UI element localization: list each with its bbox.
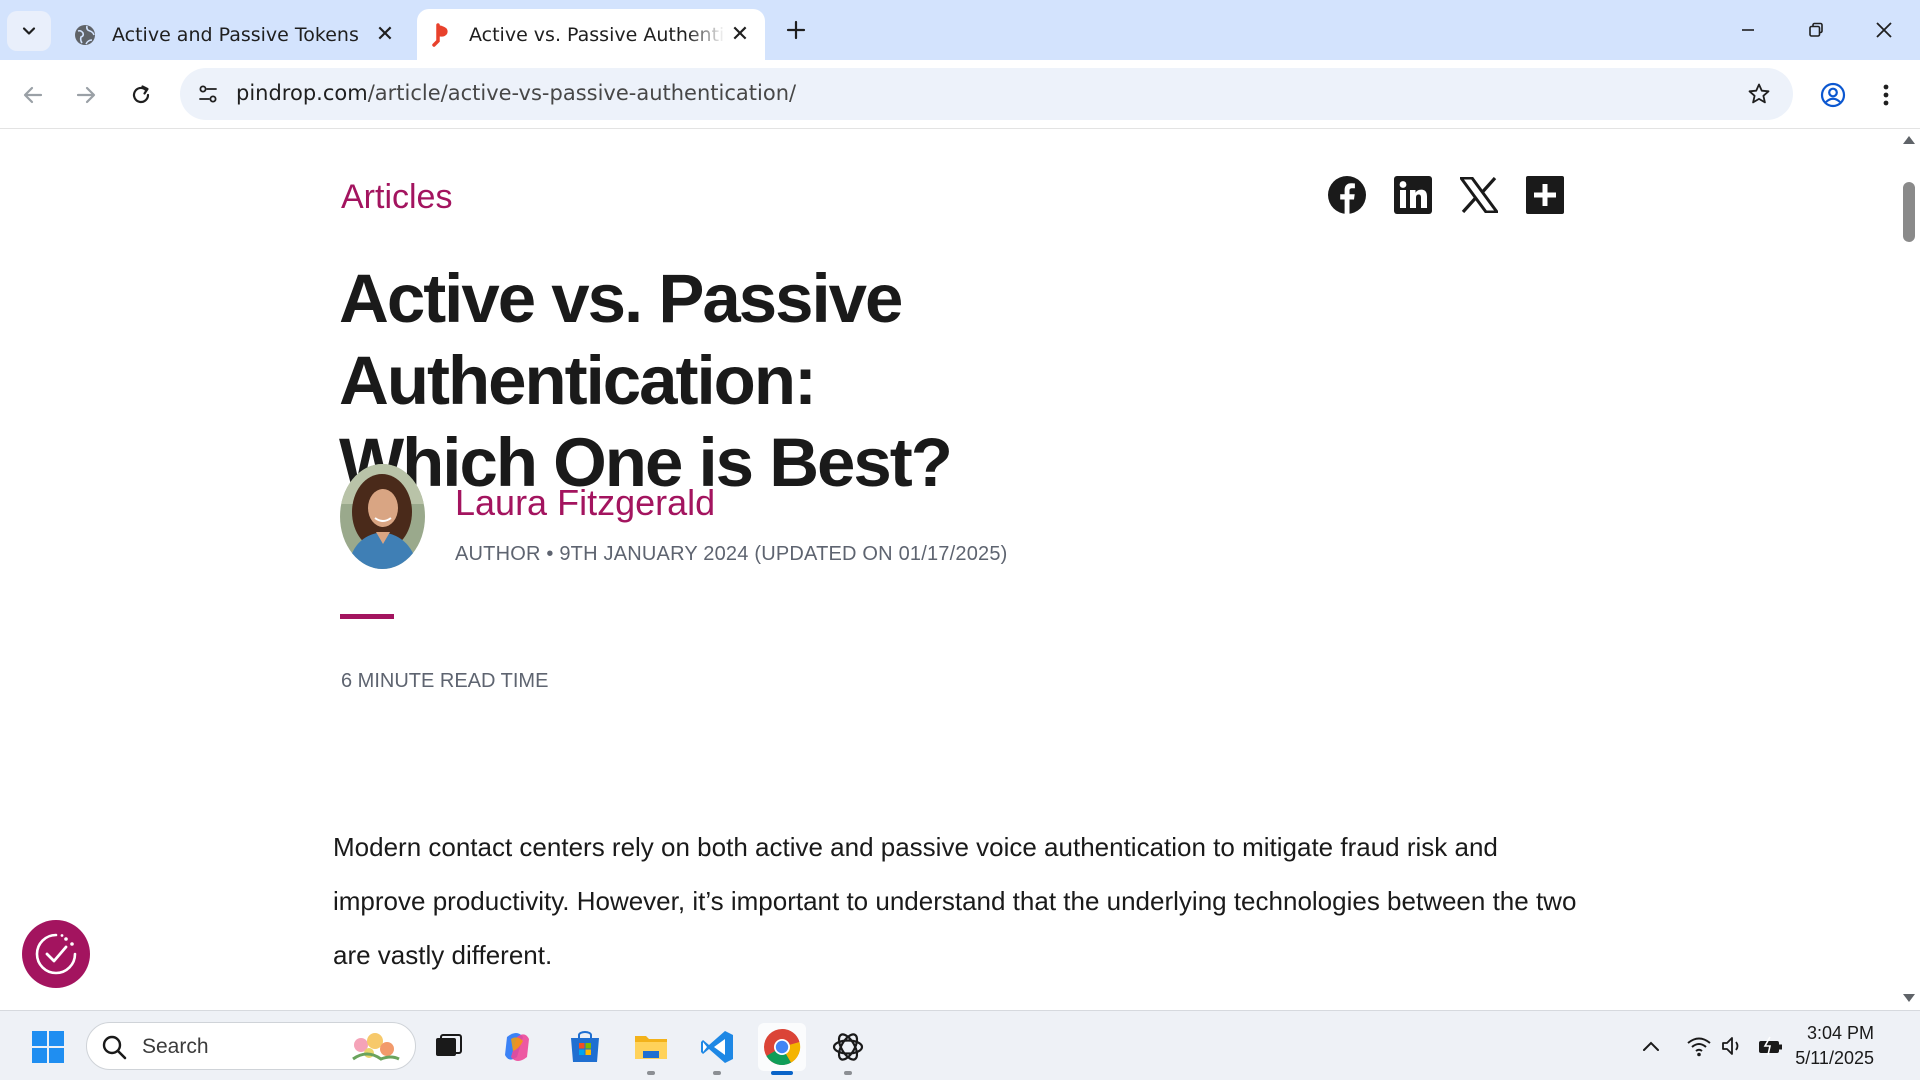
tab-strip: Active and Passive Tokens ✕ Active vs. P…: [0, 0, 1920, 60]
browser-toolbar: pindrop.com/article/active-vs-passive-au…: [0, 60, 1920, 129]
arrow-right-icon: [76, 86, 96, 104]
store-icon: [571, 1031, 599, 1062]
copilot-button[interactable]: [493, 1023, 541, 1071]
battery-charging-icon: [1759, 1036, 1782, 1056]
linkedin-icon: [1394, 176, 1432, 214]
globe-icon: [73, 23, 97, 47]
tab-active-and-passive-tokens[interactable]: Active and Passive Tokens ✕: [60, 9, 410, 60]
running-indicator: [844, 1071, 852, 1075]
back-button[interactable]: [13, 75, 53, 115]
add-share-button[interactable]: [1524, 174, 1566, 216]
cookie-consent-button[interactable]: [22, 920, 90, 988]
scroll-thumb[interactable]: [1903, 182, 1915, 242]
vscode-icon: [701, 1031, 733, 1063]
start-icon: [32, 1031, 64, 1063]
file-explorer-button[interactable]: [627, 1023, 675, 1075]
facebook-share-button[interactable]: [1326, 174, 1368, 216]
clock-time: 3:04 PM: [1806, 1023, 1874, 1043]
restore-button[interactable]: [1782, 0, 1850, 60]
show-hidden-icons-button[interactable]: [1636, 1031, 1666, 1061]
clock-date: 5/11/2025: [1795, 1048, 1874, 1068]
minimize-button[interactable]: [1714, 0, 1782, 60]
chrome-button[interactable]: [758, 1023, 806, 1075]
article-intro-paragraph: Modern contact centers rely on both acti…: [333, 832, 1577, 970]
taskbar-search-box[interactable]: Search: [86, 1022, 416, 1070]
category-link[interactable]: Articles: [341, 178, 452, 217]
page-content: Articles Active vs. Passive Authenticati…: [0, 130, 1898, 1010]
read-time: 6 MINUTE READ TIME: [341, 670, 549, 692]
tab-title: Active vs. Passive Authentication: [469, 23, 725, 46]
close-icon: [1876, 22, 1892, 38]
accent-divider: [340, 614, 394, 619]
pindrop-logo-icon: [430, 22, 454, 47]
search-placeholder: Search: [142, 1035, 209, 1058]
chevron-up-icon: [1643, 1041, 1659, 1051]
page-scrollbar[interactable]: [1898, 130, 1920, 1010]
reload-icon: [132, 85, 150, 104]
consent-check-icon: [35, 933, 77, 975]
file-explorer-icon: [635, 1036, 667, 1059]
tab-active-vs-passive-authentication[interactable]: Active vs. Passive Authentication ✕: [417, 9, 765, 60]
author-meta: AUTHOR • 9TH JANUARY 2024 (UPDATED ON 01…: [455, 543, 1008, 565]
chevron-down-icon: [22, 27, 36, 35]
chrome-icon: [764, 1028, 801, 1066]
system-clock[interactable]: 3:04 PM 5/11/2025: [1795, 1021, 1874, 1071]
scroll-up-arrow-icon[interactable]: [1903, 136, 1915, 144]
task-view-icon: [436, 1034, 462, 1056]
linkedin-share-button[interactable]: [1392, 174, 1434, 216]
tab-search-button[interactable]: [7, 11, 51, 51]
article-headline: Active vs. Passive Authentication: Which…: [339, 258, 1339, 504]
scroll-down-arrow-icon[interactable]: [1903, 994, 1915, 1002]
menu-button[interactable]: [1866, 75, 1906, 115]
running-indicator: [713, 1071, 721, 1075]
search-highlight-flowers-icon: [352, 1033, 400, 1061]
new-tab-button[interactable]: [780, 14, 812, 46]
facebook-icon: [1328, 176, 1366, 214]
forward-button[interactable]: [66, 75, 106, 115]
microsoft-store-button[interactable]: [561, 1023, 609, 1071]
network-button[interactable]: [1682, 1031, 1716, 1061]
restore-icon: [1809, 22, 1823, 37]
task-view-button[interactable]: [424, 1023, 472, 1071]
vscode-button[interactable]: [693, 1023, 741, 1075]
windows-taskbar: Search 3:04 PM 5/11/2025: [0, 1010, 1920, 1080]
wifi-icon: [1687, 1037, 1711, 1057]
reload-button[interactable]: [121, 75, 161, 115]
battery-button[interactable]: [1754, 1031, 1788, 1061]
headline-line-1: Active vs. Passive Authentication:: [339, 260, 903, 419]
chatgpt-button[interactable]: [824, 1023, 872, 1075]
add-share-icon: [1526, 176, 1564, 214]
start-button[interactable]: [24, 1023, 72, 1071]
profile-button[interactable]: [1813, 75, 1853, 115]
url-path: /article/active-vs-passive-authenticatio…: [367, 81, 797, 105]
site-info-icon[interactable]: [192, 78, 224, 110]
close-tab-icon[interactable]: ✕: [370, 20, 400, 50]
copilot-icon: [505, 1033, 529, 1061]
author-name[interactable]: Laura Fitzgerald: [455, 482, 715, 524]
url-text[interactable]: pindrop.com/article/active-vs-passive-au…: [236, 81, 796, 105]
bookmark-star-icon[interactable]: [1745, 80, 1773, 108]
search-icon: [102, 1035, 127, 1060]
chatgpt-icon: [832, 1033, 864, 1061]
author-avatar: [340, 464, 425, 569]
running-indicator: [647, 1071, 655, 1075]
plus-icon: [786, 20, 806, 40]
active-indicator: [771, 1071, 793, 1075]
close-window-button[interactable]: [1850, 0, 1918, 60]
address-bar[interactable]: pindrop.com/article/active-vs-passive-au…: [180, 68, 1793, 120]
tab-title: Active and Passive Tokens: [112, 23, 359, 46]
x-share-button[interactable]: [1458, 174, 1500, 216]
speaker-icon: [1722, 1037, 1739, 1055]
url-domain: pindrop.com: [236, 81, 368, 105]
minimize-icon: [1742, 29, 1754, 31]
profile-icon: [1820, 82, 1846, 108]
arrow-left-icon: [23, 86, 43, 104]
volume-button[interactable]: [1718, 1031, 1748, 1061]
x-icon: [1460, 177, 1498, 213]
close-tab-icon[interactable]: ✕: [725, 20, 755, 50]
more-vert-icon: [1883, 84, 1889, 106]
